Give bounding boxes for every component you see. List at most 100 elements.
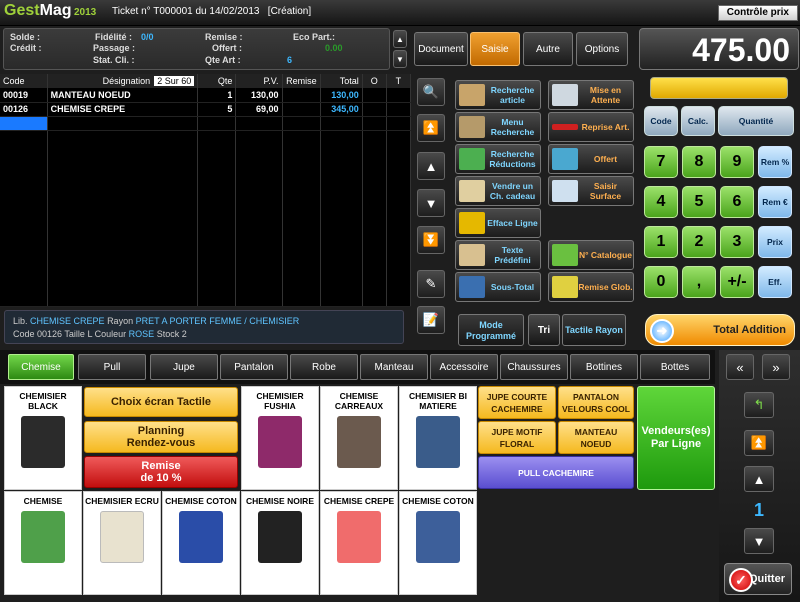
info-up-icon[interactable]: ▲ [393, 30, 407, 48]
remise-glob-button[interactable]: Remise Glob. [548, 272, 634, 302]
key-9[interactable]: 9 [720, 146, 754, 178]
calc-button[interactable]: Calc. [681, 106, 715, 136]
vendeurs-par-ligne-button[interactable]: Vendeurs(es) Par Ligne [637, 386, 715, 490]
red-bar-icon [552, 124, 578, 130]
cat-chemise[interactable]: Chemise [8, 354, 74, 380]
key-4[interactable]: 4 [644, 186, 678, 218]
col-code: Code [0, 74, 48, 88]
arrow-right-icon: ➜ [650, 319, 674, 343]
up-icon[interactable]: ▲ [744, 466, 774, 492]
cat-pull[interactable]: Pull [78, 354, 146, 380]
rem-euro-button[interactable]: Rem € [758, 186, 792, 218]
eff-button[interactable]: Eff. [758, 266, 792, 298]
tactile-rayon-button[interactable]: Tactile Rayon [562, 314, 626, 346]
recherche-article-button[interactable]: Recherche article [455, 80, 541, 110]
tri-button[interactable]: Tri [528, 314, 560, 346]
product-tile[interactable]: CHEMISE COTON [399, 491, 477, 595]
product-tile[interactable]: CHEMISIER ECRU [83, 491, 161, 595]
scroll-bottom-icon[interactable]: ⏬ [417, 226, 445, 254]
mode-programme-button[interactable]: Mode Programmé [458, 314, 524, 346]
cat-chaussures[interactable]: Chaussures [500, 354, 568, 380]
key-6[interactable]: 6 [720, 186, 754, 218]
pen-icon[interactable]: ✎ [417, 270, 445, 298]
table-row[interactable]: 00126 CHEMISE CREPE 5 69,00 345,00 [0, 102, 412, 117]
app-logo: GestMag [4, 2, 72, 19]
product-tile[interactable]: CHEMISE COTON [162, 491, 240, 595]
menu-recherche-button[interactable]: Menu Recherche [455, 112, 541, 142]
tab-options[interactable]: Options [576, 32, 628, 66]
fidelite-label: Fidélité : [95, 32, 133, 42]
product-tile[interactable]: CHEMISIER BLACK [4, 386, 82, 490]
mise-en-attente-button[interactable]: Mise en Attente [548, 80, 634, 110]
cat-robe[interactable]: Robe [290, 354, 358, 380]
recherche-reductions-button[interactable]: Recherche Réductions [455, 144, 541, 174]
info-down-icon[interactable]: ▼ [393, 50, 407, 68]
product-image [21, 416, 65, 468]
down-icon[interactable]: ▼ [744, 528, 774, 554]
sous-total-button[interactable]: Sous-Total [455, 272, 541, 302]
table-row-new[interactable] [0, 116, 412, 131]
key-7[interactable]: 7 [644, 146, 678, 178]
key-5[interactable]: 5 [682, 186, 716, 218]
prix-button[interactable]: Prix [758, 226, 792, 258]
choix-ecran-button[interactable]: Choix écran Tactile [84, 387, 238, 417]
first-page-icon[interactable]: ⏫ [744, 430, 774, 456]
cheque-cadeau-button[interactable]: Vendre un Ch. cadeau [455, 176, 541, 206]
total-addition-button[interactable]: ➜ Total Addition [645, 314, 795, 346]
return-icon[interactable]: ↰ [744, 392, 774, 418]
controle-prix-button[interactable]: Contrôle prix [717, 5, 798, 21]
search-icon[interactable]: 🔍 [417, 78, 445, 106]
texte-predefini-button[interactable]: Texte Prédéfini [455, 240, 541, 270]
ticket-info: Ticket n° T000001 du 14/02/2013 [Créatio… [112, 6, 312, 17]
key-2[interactable]: 2 [682, 226, 716, 258]
small-product-button[interactable]: JUPE MOTIF FLORAL [478, 421, 556, 454]
key-0[interactable]: 0 [644, 266, 678, 298]
product-tile[interactable]: CHEMISE CREPE [320, 491, 398, 595]
pull-cachemire-button[interactable]: PULL CACHEMIRE [478, 456, 634, 489]
small-product-button[interactable]: MANTEAU NOEUD [558, 421, 634, 454]
key-3[interactable]: 3 [720, 226, 754, 258]
saisir-surface-button[interactable]: Saisir Surface [548, 176, 634, 206]
catalogue-button[interactable]: N° Catalogue [548, 240, 634, 270]
tab-document[interactable]: Document [414, 32, 468, 66]
scroll-up-icon[interactable]: ▲ [417, 152, 445, 180]
small-product-button[interactable]: JUPE COURTE CACHEMIRE [478, 386, 556, 419]
efface-ligne-button[interactable]: Efface Ligne [455, 208, 541, 238]
key-plus-minus[interactable]: +/- [720, 266, 754, 298]
product-tile[interactable]: CHEMISE NOIRE [241, 491, 319, 595]
prev-page-icon[interactable]: « [726, 354, 754, 380]
next-page-icon[interactable]: » [762, 354, 790, 380]
gift-card-icon [459, 180, 485, 202]
key-comma[interactable]: , [682, 266, 716, 298]
tab-saisie[interactable]: Saisie [470, 32, 520, 66]
small-product-button[interactable]: PANTALON VELOURS COOL [558, 386, 634, 419]
table-row[interactable]: 00019 MANTEAU NOEUD 1 130,00 130,00 [0, 88, 412, 103]
product-tile[interactable]: CHEMISIER BI MATIERE [399, 386, 477, 490]
planning-button[interactable]: Planning Rendez-vous [84, 421, 238, 453]
rem-percent-button[interactable]: Rem % [758, 146, 792, 178]
cat-manteau[interactable]: Manteau [360, 354, 428, 380]
offert-button[interactable]: Offert [548, 144, 634, 174]
quitter-button[interactable]: ✓ Quitter [724, 563, 792, 595]
cat-bottes[interactable]: Bottes [640, 354, 710, 380]
product-tile[interactable]: CHEMISE [4, 491, 82, 595]
scroll-down-icon[interactable]: ▼ [417, 189, 445, 217]
key-8[interactable]: 8 [682, 146, 716, 178]
scroll-top-icon[interactable]: ⏫ [417, 114, 445, 142]
notes-icon[interactable]: 📝 [417, 306, 445, 334]
quantite-button[interactable]: Quantité [718, 106, 794, 136]
cat-bottines[interactable]: Bottines [570, 354, 638, 380]
code-button[interactable]: Code [644, 106, 678, 136]
cat-jupe[interactable]: Jupe [150, 354, 218, 380]
product-tile[interactable]: CHEMISIER FUSHIA [241, 386, 319, 490]
tab-autre[interactable]: Autre [523, 32, 573, 66]
reprise-art-button[interactable]: Reprise Art. [548, 112, 634, 142]
page-indicator: 2 Sur 60 [154, 76, 195, 86]
product-image [258, 416, 302, 468]
remise-10-button[interactable]: Remise de 10 % [84, 456, 238, 488]
cat-accessoire[interactable]: Accessoire [430, 354, 498, 380]
key-1[interactable]: 1 [644, 226, 678, 258]
product-tile[interactable]: CHEMISE CARREAUX [320, 386, 398, 490]
ticket-lines-grid: Code Désignation 2 Sur 60 Qte P.V. Remise… [0, 74, 412, 307]
cat-pantalon[interactable]: Pantalon [220, 354, 288, 380]
